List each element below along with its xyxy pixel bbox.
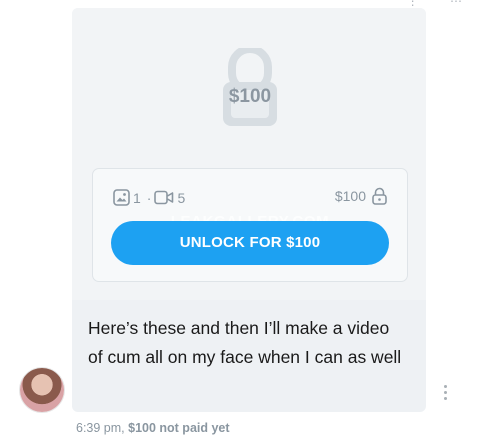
video-icon bbox=[154, 190, 174, 205]
message-meta: 6:39 pm, $100 not paid yet bbox=[76, 421, 230, 435]
lock-icon bbox=[372, 187, 387, 205]
card-price-label: $100 bbox=[334, 188, 366, 204]
timestamp: 6:39 pm, bbox=[76, 421, 125, 435]
kebab-menu-icon[interactable] bbox=[441, 385, 449, 403]
photo-count: 1 bbox=[133, 189, 141, 206]
unlock-card: 1 · 5 $100 LEAKGALLERY.COM UNLOCK FOR $1… bbox=[92, 168, 408, 282]
avatar[interactable] bbox=[20, 368, 64, 412]
media-count: 1 · 5 bbox=[113, 189, 188, 206]
top-icons: ⋮ ⋯ bbox=[406, 0, 476, 8]
message-bubble: $100 1 · 5 $100 UNLOCK FOR $100 Here’s t… bbox=[72, 8, 426, 412]
payment-status: $100 not paid yet bbox=[128, 421, 230, 435]
message-text: Here’s these and then I’ll make a video … bbox=[88, 318, 402, 367]
unlock-button[interactable]: UNLOCK FOR $100 bbox=[111, 221, 389, 265]
card-price: $100 bbox=[335, 187, 387, 205]
locked-price: $100 bbox=[228, 86, 272, 107]
locked-media-preview[interactable]: $100 1 · 5 $100 UNLOCK FOR $100 bbox=[72, 8, 426, 300]
video-count: 5 bbox=[177, 189, 186, 206]
separator: · bbox=[146, 189, 152, 206]
image-icon bbox=[113, 189, 130, 206]
